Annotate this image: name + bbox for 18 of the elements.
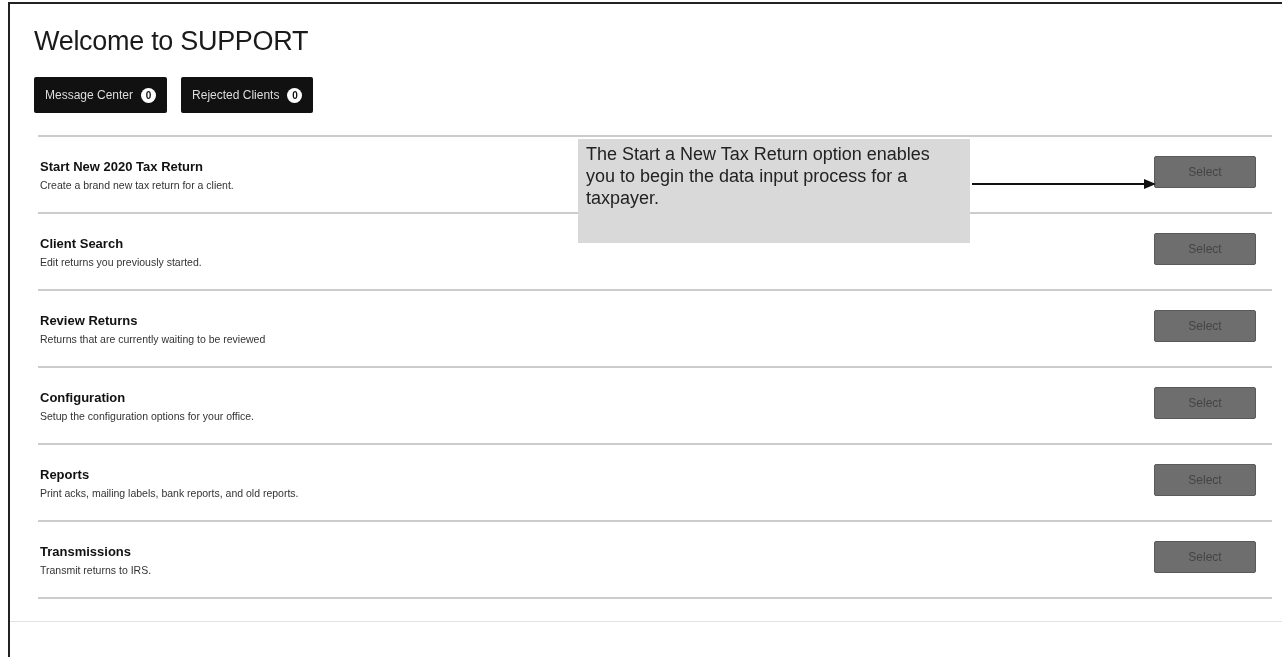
option-description: Setup the configuration options for your office.: [40, 409, 255, 422]
option-title: Reports: [40, 466, 91, 482]
option-title: Client Search: [40, 235, 125, 251]
option-description: Print acks, mailing labels, bank reports, and old reports.: [40, 486, 299, 499]
count-badge: 0: [141, 87, 157, 103]
page-title: Welcome to SUPPORT: [34, 25, 310, 57]
option-description: Edit returns you previously started.: [40, 255, 202, 268]
option-title: Configuration: [40, 389, 127, 405]
callout-note: The Start a New Tax Return option enables you to begin the data input process for a taxpayer.: [578, 139, 970, 243]
option-description: Returns that are currently waiting to be reviewed: [40, 332, 266, 345]
option-title: Transmissions: [40, 543, 133, 559]
header-button[interactable]: Message Center 0: [34, 77, 168, 113]
header-button[interactable]: Rejected Clients 0: [181, 77, 314, 113]
option-description: Transmit returns to IRS.: [40, 563, 152, 576]
option-title: Start New 2020 Tax Return: [40, 158, 205, 174]
option-title: Review Returns: [40, 312, 139, 328]
option-description: Create a brand new tax return for a client.: [40, 178, 234, 191]
count-badge: 0: [287, 87, 303, 103]
